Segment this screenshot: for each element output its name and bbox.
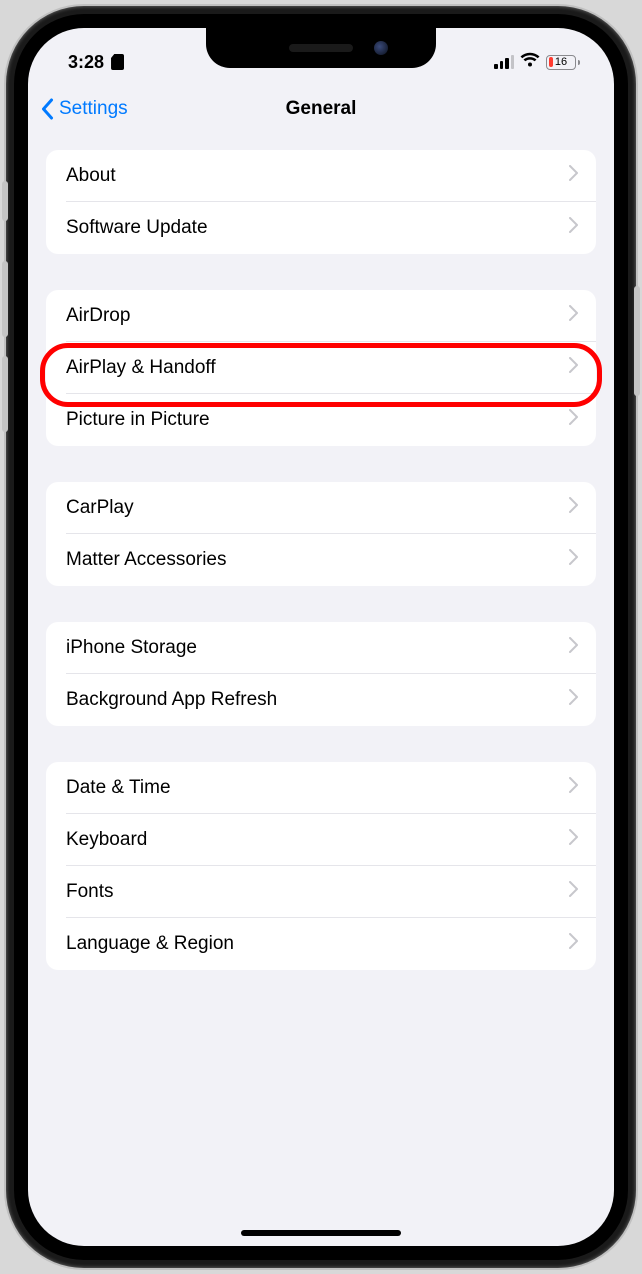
row-label: Matter Accessories <box>66 549 227 571</box>
volume-down-button <box>2 356 8 432</box>
chevron-right-icon <box>569 933 578 955</box>
row-picture-in-picture[interactable]: Picture in Picture <box>46 394 596 446</box>
sim-icon <box>111 54 124 70</box>
row-label: CarPlay <box>66 497 134 519</box>
row-language-region[interactable]: Language & Region <box>46 918 596 970</box>
chevron-right-icon <box>569 637 578 659</box>
phone-frame: 3:28 16 <box>6 6 636 1268</box>
battery-icon: 16 <box>546 55 580 70</box>
chevron-right-icon <box>569 549 578 571</box>
row-background-app-refresh[interactable]: Background App Refresh <box>46 674 596 726</box>
volume-up-button <box>2 261 8 337</box>
row-label: iPhone Storage <box>66 637 197 659</box>
silence-switch <box>2 181 8 221</box>
chevron-right-icon <box>569 305 578 327</box>
row-label: Software Update <box>66 217 208 239</box>
notch <box>206 28 436 68</box>
settings-group: iPhone Storage Background App Refresh <box>46 622 596 726</box>
power-button <box>634 286 640 396</box>
front-camera <box>374 41 388 55</box>
back-button[interactable]: Settings <box>40 98 128 120</box>
chevron-right-icon <box>569 357 578 379</box>
chevron-right-icon <box>569 829 578 851</box>
chevron-right-icon <box>569 777 578 799</box>
settings-list: About Software Update AirDrop <box>28 134 614 970</box>
chevron-right-icon <box>569 881 578 903</box>
row-label: Keyboard <box>66 829 147 851</box>
page-title: General <box>286 98 357 120</box>
nav-bar: Settings General <box>28 84 614 134</box>
settings-group: Date & Time Keyboard Fonts Language & Re… <box>46 762 596 970</box>
cellular-signal-icon <box>494 55 514 69</box>
row-label: AirDrop <box>66 305 130 327</box>
chevron-right-icon <box>569 217 578 239</box>
row-carplay[interactable]: CarPlay <box>46 482 596 534</box>
chevron-right-icon <box>569 165 578 187</box>
row-fonts[interactable]: Fonts <box>46 866 596 918</box>
chevron-right-icon <box>569 497 578 519</box>
wifi-icon <box>520 52 540 73</box>
back-label: Settings <box>59 98 128 120</box>
battery-percent: 16 <box>555 56 567 68</box>
row-matter-accessories[interactable]: Matter Accessories <box>46 534 596 586</box>
row-date-time[interactable]: Date & Time <box>46 762 596 814</box>
chevron-left-icon <box>40 98 55 120</box>
row-software-update[interactable]: Software Update <box>46 202 596 254</box>
chevron-right-icon <box>569 409 578 431</box>
row-label: Language & Region <box>66 933 234 955</box>
row-airdrop[interactable]: AirDrop <box>46 290 596 342</box>
row-iphone-storage[interactable]: iPhone Storage <box>46 622 596 674</box>
row-label: Fonts <box>66 881 114 903</box>
speaker <box>289 44 353 52</box>
row-label: Background App Refresh <box>66 689 277 711</box>
row-label: AirPlay & Handoff <box>66 357 216 379</box>
settings-group: About Software Update <box>46 150 596 254</box>
row-label: Date & Time <box>66 777 171 799</box>
screen: 3:28 16 <box>28 28 614 1246</box>
chevron-right-icon <box>569 689 578 711</box>
settings-group: CarPlay Matter Accessories <box>46 482 596 586</box>
row-label: About <box>66 165 116 187</box>
row-keyboard[interactable]: Keyboard <box>46 814 596 866</box>
home-indicator[interactable] <box>241 1230 401 1236</box>
row-about[interactable]: About <box>46 150 596 202</box>
row-airplay-handoff[interactable]: AirPlay & Handoff <box>46 342 596 394</box>
settings-group: AirDrop AirPlay & Handoff Picture in Pic… <box>46 290 596 446</box>
status-time: 3:28 <box>68 52 104 73</box>
row-label: Picture in Picture <box>66 409 210 431</box>
